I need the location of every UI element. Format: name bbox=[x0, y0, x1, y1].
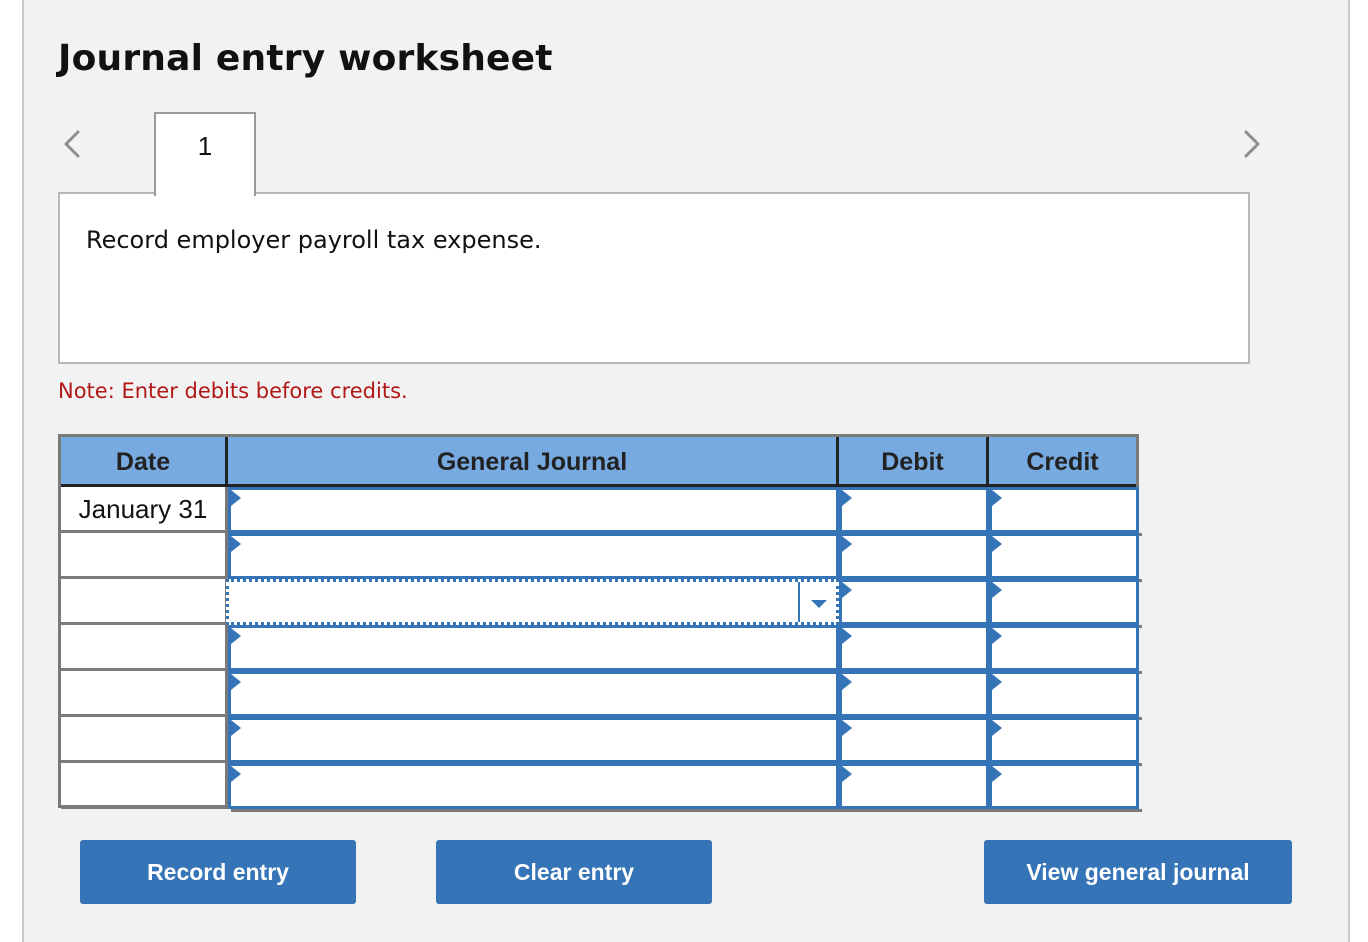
account-select[interactable] bbox=[228, 533, 842, 582]
input-marker-icon bbox=[992, 720, 1002, 736]
input-marker-icon bbox=[842, 628, 852, 644]
record-entry-button[interactable]: Record entry bbox=[80, 840, 356, 904]
date-cell bbox=[61, 717, 228, 763]
note-text: Note: Enter debits before credits. bbox=[58, 379, 408, 403]
account-select[interactable] bbox=[226, 579, 842, 628]
account-select[interactable] bbox=[228, 763, 842, 812]
table-row bbox=[61, 533, 1142, 582]
credit-input[interactable] bbox=[989, 763, 1142, 812]
debit-input[interactable] bbox=[839, 533, 992, 582]
debit-input[interactable] bbox=[839, 671, 992, 720]
date-cell bbox=[61, 533, 228, 579]
input-marker-icon bbox=[231, 720, 241, 736]
account-select[interactable] bbox=[228, 625, 842, 674]
input-marker-icon bbox=[992, 674, 1002, 690]
date-cell: January 31 bbox=[61, 487, 228, 533]
input-marker-icon bbox=[992, 536, 1002, 552]
credit-input[interactable] bbox=[989, 625, 1142, 674]
chevron-right-icon bbox=[1244, 130, 1260, 158]
input-marker-icon bbox=[842, 674, 852, 690]
debit-input[interactable] bbox=[839, 579, 992, 628]
view-general-journal-button[interactable]: View general journal bbox=[984, 840, 1292, 904]
prev-entry-button[interactable] bbox=[60, 126, 84, 162]
credit-input[interactable] bbox=[989, 717, 1142, 766]
account-select[interactable] bbox=[228, 717, 842, 766]
debit-input[interactable] bbox=[839, 625, 992, 674]
prompt-text: Record employer payroll tax expense. bbox=[86, 226, 542, 254]
credit-input[interactable] bbox=[989, 671, 1142, 720]
input-marker-icon bbox=[842, 536, 852, 552]
journal-table: Date General Journal Debit Credit Januar… bbox=[58, 434, 1142, 812]
input-marker-icon bbox=[231, 536, 241, 552]
chevron-left-icon bbox=[64, 130, 80, 158]
column-header-credit: Credit bbox=[989, 437, 1136, 487]
column-header-debit: Debit bbox=[839, 437, 989, 487]
input-marker-icon bbox=[992, 628, 1002, 644]
next-entry-button[interactable] bbox=[1240, 126, 1264, 162]
table-row bbox=[61, 717, 1142, 766]
input-marker-icon bbox=[231, 490, 241, 506]
account-select[interactable] bbox=[228, 487, 842, 536]
date-cell bbox=[61, 625, 228, 671]
input-marker-icon bbox=[992, 766, 1002, 782]
caret-down-icon bbox=[811, 600, 827, 608]
table-row bbox=[61, 671, 1142, 720]
account-dropdown-button[interactable] bbox=[798, 582, 836, 622]
input-marker-icon bbox=[231, 674, 241, 690]
input-marker-icon bbox=[992, 490, 1002, 506]
debit-input[interactable] bbox=[839, 763, 992, 812]
debit-input[interactable] bbox=[839, 717, 992, 766]
table-row: January 31 bbox=[61, 487, 1142, 536]
column-header-general-journal: General Journal bbox=[228, 437, 839, 487]
account-select[interactable] bbox=[228, 671, 842, 720]
tab-entry-1[interactable]: 1 bbox=[154, 112, 256, 196]
date-cell bbox=[61, 671, 228, 717]
column-header-date: Date bbox=[61, 437, 228, 487]
input-marker-icon bbox=[842, 720, 852, 736]
date-cell bbox=[61, 579, 228, 625]
input-marker-icon bbox=[842, 766, 852, 782]
input-marker-icon bbox=[842, 490, 852, 506]
table-row bbox=[61, 625, 1142, 674]
input-marker-icon bbox=[992, 582, 1002, 598]
prompt-box: Record employer payroll tax expense. bbox=[58, 192, 1250, 364]
clear-entry-button[interactable]: Clear entry bbox=[436, 840, 712, 904]
credit-input[interactable] bbox=[989, 487, 1142, 536]
table-row bbox=[61, 579, 1142, 628]
page-title: Journal entry worksheet bbox=[58, 38, 553, 79]
input-marker-icon bbox=[842, 582, 852, 598]
credit-input[interactable] bbox=[989, 579, 1142, 628]
credit-input[interactable] bbox=[989, 533, 1142, 582]
input-marker-icon bbox=[231, 766, 241, 782]
table-row bbox=[61, 763, 1142, 812]
input-marker-icon bbox=[231, 628, 241, 644]
debit-input[interactable] bbox=[839, 487, 992, 536]
date-cell bbox=[61, 763, 228, 809]
